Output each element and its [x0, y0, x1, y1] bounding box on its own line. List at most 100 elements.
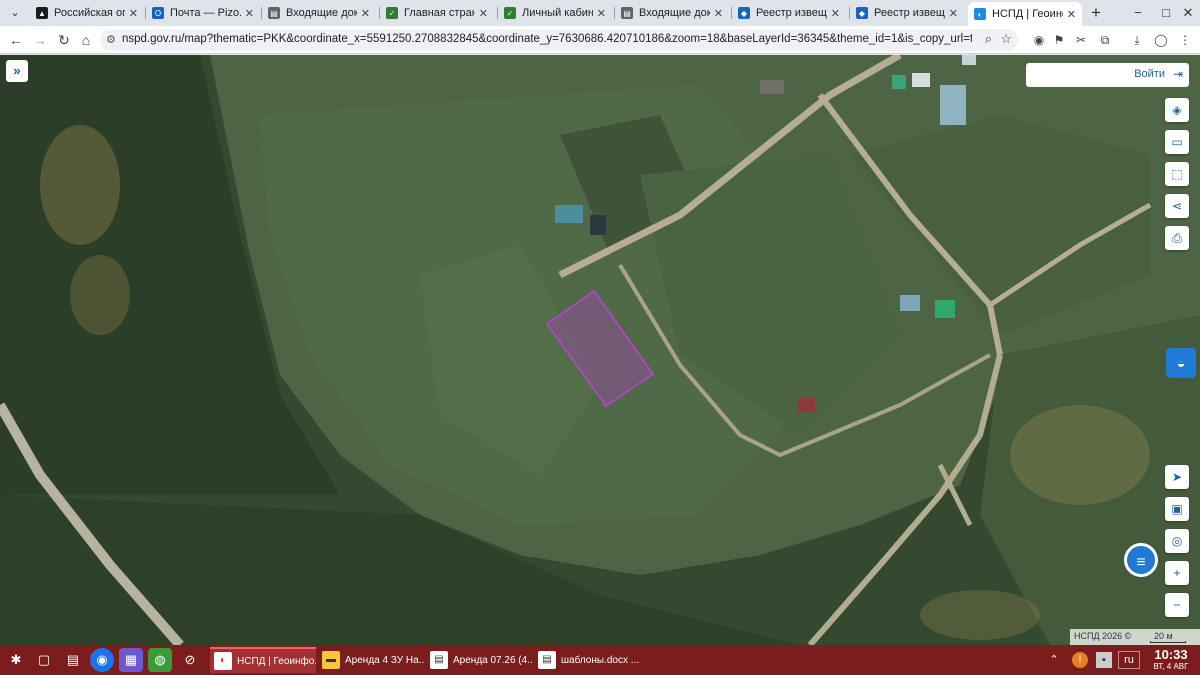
tab-label: Входящие докум	[639, 7, 710, 19]
bookmark-star-icon[interactable]: ☆	[1000, 31, 1012, 47]
tab-label: Реестр извещени	[756, 7, 827, 19]
tab-pochta[interactable]: O Почта — Pizo.Bah ✕	[146, 2, 260, 24]
reload-icon[interactable]: ↻	[54, 30, 74, 50]
zoom-in-button[interactable]: +	[1165, 561, 1189, 585]
tab-label: Входящие докум	[286, 7, 357, 19]
tab-reestr-1[interactable]: ◆ Реестр извещени ✕	[732, 2, 846, 24]
home-icon[interactable]: ⌂	[76, 30, 96, 50]
print-icon[interactable]: ⎙	[1165, 226, 1189, 250]
extension-icon[interactable]: ⚑	[1050, 31, 1068, 49]
registry-icon: ◆	[856, 7, 868, 19]
menu-icon[interactable]: ⋮	[1176, 31, 1194, 49]
close-window-icon[interactable]: ✕	[1178, 3, 1198, 23]
close-icon[interactable]: ✕	[479, 7, 488, 20]
layers-icon[interactable]: ◈	[1165, 98, 1189, 122]
tab-label: Почта — Pizo.Bah	[170, 7, 241, 19]
show-desktop-icon[interactable]: ▢	[32, 648, 56, 672]
keyboard-layout[interactable]: ru	[1118, 651, 1140, 669]
ruler-icon[interactable]: ▭	[1165, 130, 1189, 154]
taskbar-item-arenda-doc[interactable]: ▤ Аренда 07.26 (4...	[426, 647, 532, 673]
locate-icon[interactable]: ➤	[1165, 465, 1189, 489]
assistant-icon[interactable]: ◒	[1166, 348, 1196, 378]
tab-vhodyashchie-2[interactable]: ▤ Входящие докум ✕	[615, 2, 729, 24]
taskbar-item-shablony[interactable]: ▤ шаблоны.docx ...	[534, 647, 640, 673]
notification-icon[interactable]: !	[1072, 652, 1088, 668]
address-bar[interactable]: ⚙ nspd.gov.ru/map?thematic=PKK&coordinat…	[100, 29, 1018, 51]
registry-icon: ◆	[738, 7, 750, 19]
chat-icon[interactable]: ≡	[1124, 543, 1158, 577]
zoom-out-button[interactable]: −	[1165, 593, 1189, 617]
url-text[interactable]: nspd.gov.ru/map?thematic=PKK&coordinate_…	[122, 33, 972, 45]
scale-bar	[1150, 641, 1186, 643]
chromium-icon: ◐	[214, 652, 232, 670]
attribution-text: НСПД 2026 ©	[1074, 631, 1132, 641]
zoom-icon[interactable]: ⌕	[985, 31, 992, 47]
close-icon[interactable]: ✕	[245, 7, 254, 20]
close-icon[interactable]: ✕	[129, 7, 138, 20]
chromium-icon: ▲	[36, 7, 48, 19]
close-icon[interactable]: ✕	[361, 7, 370, 20]
tray-expand-icon[interactable]: ⌃	[1046, 652, 1062, 668]
map-viewport[interactable]: » Войти ⇥ ◈ ▭ ⬚ ⋖ ⎙ ◒ ➤ ▣ ◎ ≡ + − НСПД 2…	[0, 55, 1200, 645]
taskbar-item-arenda-folder[interactable]: ▬ Аренда 4 ЗУ На...	[318, 647, 424, 673]
clock-date: ВТ, 4 АВГ	[1153, 662, 1189, 671]
minimize-icon[interactable]: −	[1128, 3, 1148, 23]
satellite-imagery	[0, 55, 1200, 645]
login-panel[interactable]: Войти ⇥	[1026, 63, 1189, 87]
document-icon: ▤	[538, 651, 556, 669]
extensions-puzzle-icon[interactable]: ⧉	[1096, 31, 1114, 49]
close-icon[interactable]: ✕	[831, 7, 840, 20]
image-viewer-icon[interactable]: ▦	[119, 648, 143, 672]
expand-sidebar-icon[interactable]: »	[6, 60, 28, 82]
file-manager-icon[interactable]: ▤	[61, 648, 85, 672]
close-icon[interactable]: ✕	[949, 7, 958, 20]
back-icon[interactable]: ←	[6, 30, 26, 50]
tab-label: Личный кабинет	[522, 7, 593, 19]
tab-nspd[interactable]: ◐ НСПД | Геоинфор ✕	[968, 2, 1082, 26]
forward-icon[interactable]: →	[30, 30, 50, 50]
tab-reestr-2[interactable]: ◆ Реестр извещени ✕	[850, 2, 964, 24]
extension-tool-icon[interactable]: ✂	[1072, 31, 1090, 49]
new-tab-button[interactable]: +	[1086, 3, 1106, 23]
tab-label: Главная страниц	[404, 7, 475, 19]
tab-list-chevron-icon[interactable]: ⌄	[6, 4, 24, 22]
tab-lichny-kabinet[interactable]: ✓ Личный кабинет ✕	[498, 2, 612, 24]
block-icon[interactable]: ⊘	[178, 648, 202, 672]
tab-vhodyashchie-1[interactable]: ▤ Входящие докум ✕	[262, 2, 376, 24]
folder-icon: ▬	[322, 651, 340, 669]
document-icon: ▤	[621, 7, 633, 19]
tab-rossiyskaya[interactable]: ▲ Российская опер ✕	[30, 2, 144, 24]
os-taskbar: ✱ ▢ ▤ ◉ ▦ ◍ ⊘ ◐ НСПД | Геоинфо... ▬ Арен…	[0, 645, 1200, 675]
site-info-icon[interactable]: ⚙	[106, 33, 116, 46]
maximize-icon[interactable]: □	[1156, 3, 1176, 23]
profile-icon[interactable]: ◯	[1152, 31, 1170, 49]
clock-time: 10:33	[1154, 647, 1188, 662]
tab-label: Реестр извещени	[874, 7, 945, 19]
scale-label: 20 м	[1154, 631, 1173, 641]
minimap-icon[interactable]: ▣	[1165, 497, 1189, 521]
app-icon[interactable]: ◍	[148, 648, 172, 672]
start-menu-icon[interactable]: ✱	[4, 648, 28, 672]
close-icon[interactable]: ✕	[597, 7, 606, 20]
close-icon[interactable]: ✕	[714, 7, 723, 20]
tray-app-icon[interactable]: ▪	[1096, 652, 1112, 668]
clock[interactable]: 10:33 ВТ, 4 АВГ	[1146, 648, 1196, 672]
geolocation-icon[interactable]: ◎	[1165, 529, 1189, 553]
download-icon[interactable]: ⤓	[1128, 31, 1146, 49]
extension-dot-icon[interactable]: ◉	[1030, 31, 1048, 49]
chromium-icon[interactable]: ◉	[90, 648, 114, 672]
task-label: шаблоны.docx ...	[561, 654, 640, 666]
close-icon[interactable]: ✕	[1067, 8, 1076, 21]
login-label[interactable]: Войти	[1134, 68, 1165, 80]
document-icon: ▤	[268, 7, 280, 19]
share-icon[interactable]: ⋖	[1165, 194, 1189, 218]
selection-icon[interactable]: ⬚	[1165, 162, 1189, 186]
browser-toolbar: ← → ↻ ⌂ ⚙ nspd.gov.ru/map?thematic=PKK&c…	[0, 26, 1200, 54]
browser-tab-strip: ⌄ ▲ Российская опер ✕ O Почта — Pizo.Bah…	[0, 0, 1200, 26]
tab-glavnaya[interactable]: ✓ Главная страниц ✕	[380, 2, 494, 24]
taskbar-item-nspd[interactable]: ◐ НСПД | Геоинфо...	[210, 647, 316, 673]
task-label: Аренда 07.26 (4...	[453, 654, 532, 666]
tab-label: Российская опер	[54, 7, 125, 19]
tab-label: НСПД | Геоинфор	[992, 8, 1063, 20]
login-icon[interactable]: ⇥	[1173, 67, 1183, 81]
